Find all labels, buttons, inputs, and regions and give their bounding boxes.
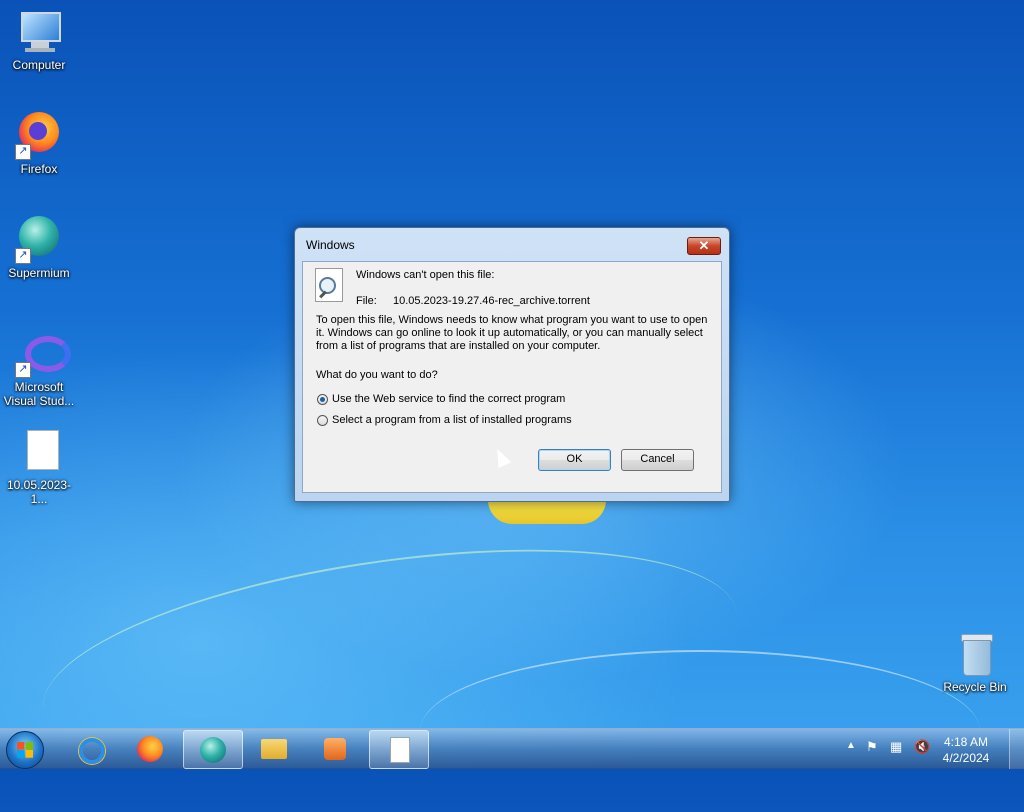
clock-time: 4:18 AM (943, 735, 989, 749)
media-player-icon (324, 738, 346, 760)
dialog-body: Windows can't open this file: File: 10.0… (302, 261, 722, 493)
option-web-service-label[interactable]: Use the Web service to find the correct … (332, 393, 565, 405)
wallpaper-flower (488, 500, 606, 524)
taskbar-item-firefox[interactable] (121, 730, 179, 767)
show-hidden-icons-icon[interactable]: ▲ (846, 740, 856, 751)
show-desktop-button[interactable] (1009, 729, 1024, 769)
file-icon (15, 428, 63, 476)
taskbar-item-supermium[interactable] (183, 730, 243, 769)
computer-icon (15, 8, 63, 56)
desktop: { "desktop": { "icons": [ {"label": "Com… (0, 0, 1024, 810)
clock[interactable]: 4:18 AM 4/2/2024 (936, 734, 996, 766)
option-select-program-label[interactable]: Select a program from a list of installe… (332, 414, 572, 426)
supermium-icon (200, 737, 226, 763)
firefox-icon (137, 736, 163, 762)
file-search-icon (315, 268, 343, 302)
dialog-heading: Windows can't open this file: (356, 269, 495, 281)
desktop-icon-computer[interactable]: Computer (0, 8, 78, 72)
desktop-icon-label: Computer (12, 58, 66, 72)
desktop-icon-visual-studio[interactable]: ↗ Microsoft Visual Stud... (0, 330, 78, 408)
recycle-bin-icon (951, 630, 999, 678)
desktop-icon-supermium[interactable]: ↗ Supermium (0, 216, 78, 280)
taskbar-item-media-player[interactable] (306, 730, 364, 767)
supermium-icon: ↗ (15, 216, 63, 264)
desktop-icon-torrent-file[interactable]: 10.05.2023-1... (0, 428, 78, 506)
file-explorer-icon (261, 739, 287, 759)
close-button[interactable]: ✕ (687, 237, 721, 255)
file-label: File: (356, 295, 377, 307)
desktop-icon-label: Recycle Bin (943, 680, 1007, 694)
document-icon (390, 737, 410, 763)
desktop-icon-label: Firefox (20, 162, 58, 176)
file-name: 10.05.2023-19.27.46-rec_archive.torrent (393, 295, 590, 307)
action-center-flag-icon[interactable]: ⚑ (866, 739, 878, 755)
desktop-icon-label: Microsoft Visual Stud... (3, 380, 75, 408)
desktop-icon-firefox[interactable]: ↗ Firefox (0, 112, 78, 176)
taskbar-item-document[interactable] (369, 730, 429, 769)
desktop-icon-label: Supermium (8, 266, 70, 280)
internet-explorer-icon (79, 738, 105, 764)
network-icon[interactable]: ▦ (890, 739, 902, 755)
taskbar: ▲ ⚑ ▦ 🔇 4:18 AM 4/2/2024 (0, 728, 1024, 769)
ok-button[interactable]: OK (538, 449, 611, 471)
dialog-title: Windows (306, 238, 355, 252)
shortcut-arrow-icon: ↗ (15, 248, 31, 264)
desktop-icon-label: 10.05.2023-1... (6, 478, 72, 506)
visual-studio-icon: ↗ (15, 330, 71, 378)
cancel-button[interactable]: Cancel (621, 449, 694, 471)
shortcut-arrow-icon: ↗ (15, 362, 31, 378)
radio-select-program[interactable] (317, 415, 328, 426)
shortcut-arrow-icon: ↗ (15, 144, 31, 160)
desktop-icon-recycle-bin[interactable]: Recycle Bin (936, 630, 1014, 694)
radio-web-service[interactable] (317, 394, 328, 405)
start-button[interactable] (6, 731, 44, 769)
dialog-question: What do you want to do? (316, 369, 438, 381)
taskbar-item-file-explorer[interactable] (245, 730, 303, 767)
firefox-icon: ↗ (15, 112, 63, 160)
notification-area: ▲ ⚑ ▦ 🔇 (840, 729, 940, 769)
volume-muted-icon[interactable]: 🔇 (914, 739, 930, 755)
taskbar-item-internet-explorer[interactable] (60, 730, 118, 767)
dialog-description: To open this file, Windows needs to know… (316, 314, 708, 352)
clock-date: 4/2/2024 (942, 751, 990, 765)
open-with-dialog: Windows ✕ Windows can't open this file: … (294, 227, 730, 502)
